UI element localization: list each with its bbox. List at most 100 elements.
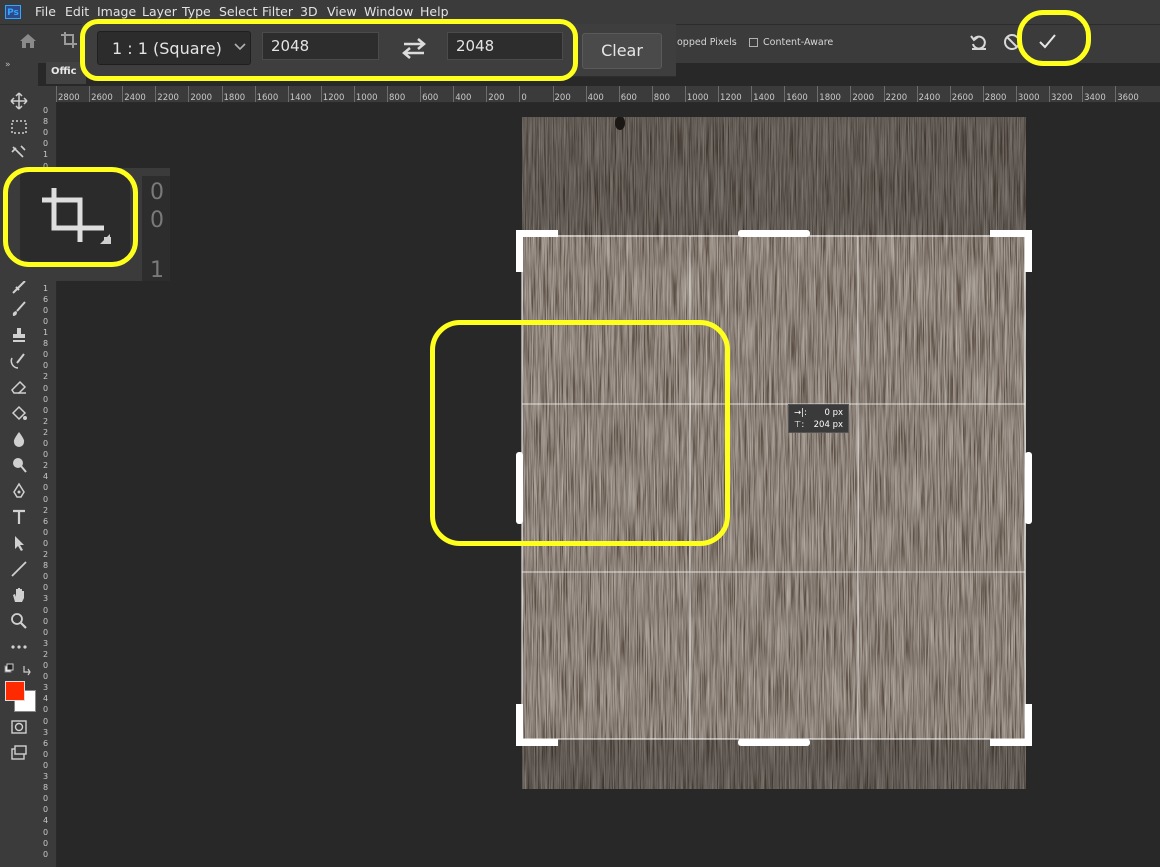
zoom-tool-icon[interactable] (10, 612, 28, 630)
ruler-v-label: 0 (42, 450, 49, 460)
highlight-options-ring (80, 19, 578, 81)
quick-selection-tool-icon[interactable] (10, 144, 28, 162)
ruler-v-label: 0 (42, 361, 49, 371)
ruler-h-label: 1800 (223, 93, 246, 103)
home-icon[interactable] (18, 32, 38, 50)
ruler-h-tick (254, 86, 256, 102)
ruler-h-label: 2400 (918, 93, 941, 103)
content-aware-label[interactable]: Content-Aware (763, 37, 833, 48)
ruler-v-label: 0 (42, 627, 49, 637)
menu-select[interactable]: Select (219, 4, 258, 19)
ruler-v-label: 1 (42, 150, 49, 160)
highlight-crop-region-ring (430, 320, 730, 546)
clear-button[interactable]: Clear (582, 33, 662, 69)
zoom-ruler-digit-2: 0 (150, 208, 164, 233)
ruler-h-tick (453, 86, 455, 102)
ruler-v-label: 2 (42, 416, 49, 426)
crop-tool-preset-icon[interactable] (60, 30, 78, 50)
ruler-v-label: 8 (42, 783, 49, 793)
horizontal-ruler: 2800 2600 2400 2200 2000 1800 1600 1400 1200 1000… (38, 86, 1160, 103)
ruler-v-label: 0 (42, 305, 49, 315)
ruler-v-label: 0 (42, 439, 49, 448)
ruler-v-label: 2 (42, 550, 49, 559)
blur-tool-icon[interactable] (10, 430, 28, 448)
toolbar-collapse-icon[interactable]: » (5, 60, 11, 70)
screen-mode-icon[interactable] (10, 744, 28, 762)
ruler-h-label: 1600 (256, 93, 279, 103)
menu-layer[interactable]: Layer (142, 4, 177, 19)
ruler-v-label: 2 (42, 427, 49, 437)
delete-cropped-pixels-label[interactable]: opped Pixels (677, 37, 737, 48)
brush-tool-icon[interactable] (10, 300, 28, 318)
ruler-v-label: 3 (42, 772, 49, 781)
type-tool-icon[interactable] (10, 508, 28, 526)
ruler-v-label: 8 (42, 561, 49, 571)
content-aware-checkbox[interactable] (749, 38, 758, 47)
ruler-h-label: 2800 (984, 93, 1007, 103)
ruler-v-label: 6 (42, 738, 49, 748)
highlight-commit-ring (1017, 10, 1091, 66)
reset-icon[interactable] (969, 33, 989, 51)
foreground-color-swatch[interactable] (5, 681, 25, 701)
ruler-v-label: 1 (42, 283, 49, 293)
line-tool-icon[interactable] (10, 560, 28, 578)
ruler-h-tick (817, 86, 819, 102)
ruler-h-label: 2400 (124, 93, 146, 103)
pen-tool-icon[interactable] (10, 482, 28, 500)
ruler-v-label: 2 (42, 649, 49, 659)
eraser-tool-icon[interactable] (10, 378, 28, 396)
ruler-v-label: 0 (42, 139, 49, 149)
quick-mask-icon[interactable] (10, 718, 28, 736)
ruler-h-label: 200 (488, 93, 505, 103)
ruler-h-tick (387, 86, 388, 102)
menu-3d[interactable]: 3D (300, 4, 318, 19)
menu-type[interactable]: Type (182, 4, 211, 19)
ruler-v-label: 0 (42, 572, 49, 582)
ruler-h-label: 2200 (157, 93, 179, 103)
ruler-h-tick (552, 86, 554, 102)
paint-bucket-tool-icon[interactable] (10, 404, 28, 422)
readout-dx: 0 px (824, 408, 843, 418)
ruler-v-label: 0 (42, 605, 49, 615)
ruler-h-tick (56, 86, 57, 102)
ruler-h-tick (850, 86, 852, 102)
ruler-h-label: 1200 (720, 93, 742, 103)
default-colors-icon[interactable] (4, 663, 34, 677)
ruler-v-label: 0 (42, 583, 49, 593)
menu-filter[interactable]: Filter (262, 4, 293, 19)
ruler-v-label: 4 (42, 816, 49, 826)
menu-file[interactable]: File (35, 4, 56, 19)
ruler-v-label: 0 (42, 316, 49, 326)
clone-stamp-tool-icon[interactable] (10, 326, 28, 344)
menu-view[interactable]: View (327, 4, 357, 19)
move-tool-icon[interactable] (10, 92, 28, 110)
ruler-h-tick (1115, 86, 1117, 102)
zoom-ruler-digit-1: 0 (150, 180, 164, 205)
ruler-h-tick (718, 86, 719, 102)
ruler-h-tick (916, 86, 918, 102)
ruler-h-tick (883, 86, 885, 102)
readout-dx-label: →|: (794, 408, 807, 418)
ruler-v-label: 0 (42, 394, 49, 404)
ruler-v-label: 0 (42, 128, 49, 138)
path-selection-tool-icon[interactable] (10, 534, 28, 552)
ruler-v-label: 6 (42, 516, 49, 526)
hand-tool-icon[interactable] (10, 586, 28, 604)
ruler-v-label: 4 (42, 472, 49, 482)
ruler-v-label: 0 (42, 716, 49, 726)
more-tools-icon[interactable] (10, 638, 28, 656)
ruler-h-label: 400 (587, 93, 604, 103)
marquee-tool-icon[interactable] (10, 118, 28, 136)
history-brush-tool-icon[interactable] (10, 352, 28, 370)
ruler-h-label: 3000 (1017, 93, 1040, 103)
menu-help[interactable]: Help (420, 4, 449, 19)
ruler-h-tick (188, 86, 190, 102)
dodge-tool-icon[interactable] (10, 456, 28, 474)
menu-edit[interactable]: Edit (65, 4, 89, 19)
menu-image[interactable]: Image (97, 4, 136, 19)
menu-window[interactable]: Window (364, 4, 413, 19)
ruler-v-label: 3 (42, 594, 49, 604)
ruler-v-label: 1 (42, 328, 49, 337)
ruler-v-label: 0 (42, 106, 49, 115)
ruler-h-label: 2000 (852, 93, 875, 103)
